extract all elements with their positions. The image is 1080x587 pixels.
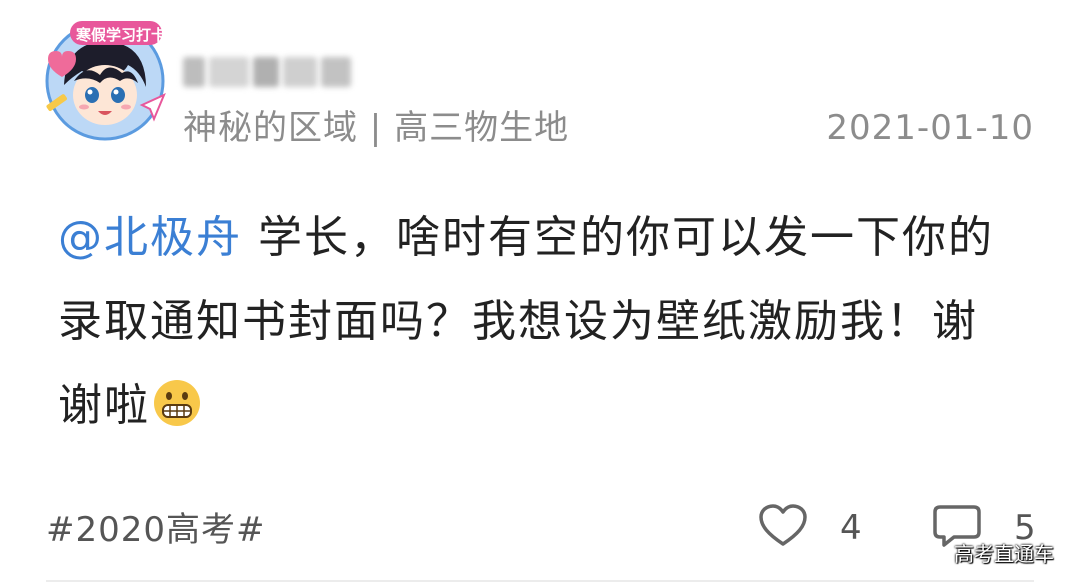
post-content: @北极舟 学长，啥时有空的你可以发一下你的录取通知书封面吗？我想设为壁纸激励我！…	[58, 196, 1018, 448]
mention-link[interactable]: @北极舟	[58, 212, 242, 263]
avatar-badge-text: 寒假学习打卡	[76, 26, 167, 44]
post-card: 寒假学习打卡 神秘的区域 | 高三物生地 2021-01-10 @北极舟 学长，…	[0, 0, 1080, 587]
like-button[interactable]: 4	[758, 504, 862, 552]
author-avatar[interactable]: 寒假学习打卡	[42, 15, 168, 141]
source-watermark: 高考直通车	[954, 542, 1054, 566]
grimacing-face-emoji-icon	[152, 372, 202, 426]
post-date: 2021-01-10	[826, 108, 1034, 148]
author-name-redacted[interactable]	[183, 52, 363, 92]
topic-hashtag[interactable]: #2020高考#	[46, 502, 266, 551]
like-count: 4	[840, 508, 862, 548]
author-subtitle: 神秘的区域 | 高三物生地	[183, 108, 570, 148]
divider	[46, 580, 1034, 582]
heart-icon	[758, 504, 808, 552]
